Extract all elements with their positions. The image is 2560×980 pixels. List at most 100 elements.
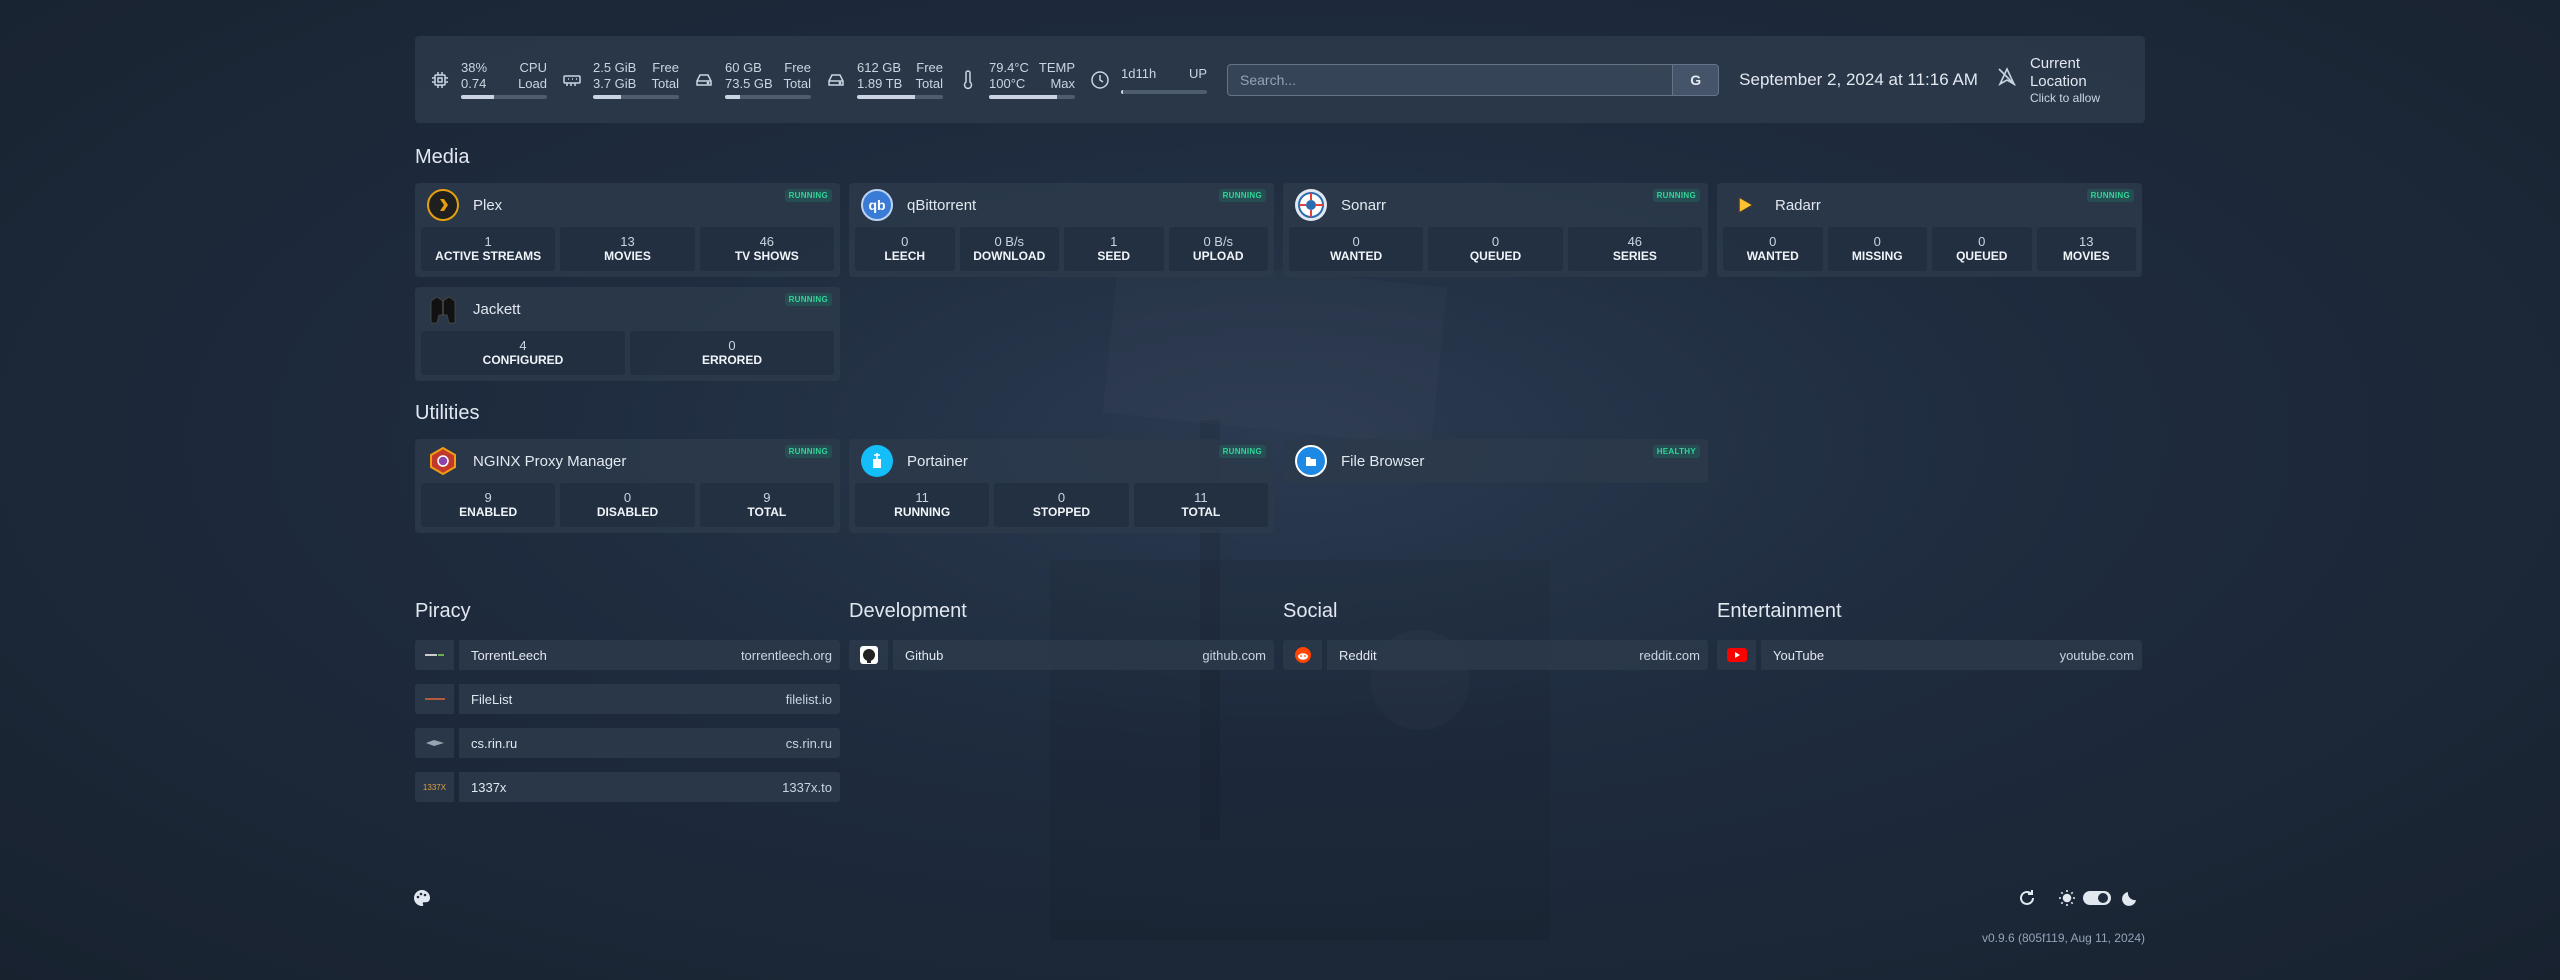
- bookmark-url: reddit.com: [1639, 647, 1700, 663]
- service-plex[interactable]: RUNNING Plex 1 ACTIVE STREAMS 13 MOVIES 46…: [415, 183, 840, 277]
- qbittorrent-logo-icon: qb: [861, 189, 893, 221]
- uptime-value: 1d11h: [1121, 65, 1157, 81]
- service-name: File Browser: [1341, 452, 1425, 470]
- stat-value: 9: [484, 490, 492, 505]
- version-label: v0.9.6 (805f119, Aug 11, 2024): [1981, 931, 2145, 945]
- service-stats: 0 WANTED 0 MISSING 0 QUEUED 13 MOVIES: [1717, 227, 2142, 277]
- stat-label: MISSING: [1851, 249, 1903, 263]
- temp-bar: [989, 95, 1075, 99]
- disk2-total: 1.89 TB: [857, 76, 903, 91]
- memory-total: 3.7 GiB: [593, 76, 637, 91]
- section-title-social: Social: [1283, 600, 1338, 622]
- stat-queued: 0 QUEUED: [1932, 227, 2032, 271]
- stat-configured: 4 CONFIGURED: [421, 331, 625, 375]
- refresh-icon[interactable]: [2018, 889, 2036, 912]
- stat-label: QUEUED: [1469, 249, 1522, 263]
- radarr-logo-icon: [1729, 189, 1761, 221]
- memory-free: 2.5 GiB: [593, 60, 637, 75]
- service-stats: 0 LEECH 0 B/s DOWNLOAD 1 SEED 0 B/s UPLOAD: [849, 227, 1274, 277]
- stat-label: ACTIVE STREAMS: [435, 249, 542, 263]
- bookmark-torrentleech[interactable]: TorrentLeech torrentleech.org: [415, 640, 840, 670]
- filelist-icon: [415, 684, 454, 714]
- service-radarr[interactable]: RUNNING Radarr 0 WANTED 0 MISSING 0 QUEUED …: [1717, 183, 2142, 277]
- disk1-free-label: Free: [784, 60, 811, 75]
- stat-tv-shows: 46 TV SHOWS: [699, 227, 834, 271]
- stat-enabled: 9 ENABLED: [421, 483, 556, 527]
- bookmark-url: 1337x.to: [782, 779, 832, 795]
- cpu-bar: [461, 95, 547, 99]
- bookmark-name: cs.rin.ru: [471, 735, 518, 751]
- bookmark-reddit[interactable]: Reddit reddit.com: [1283, 640, 1708, 670]
- service-qbittorrent[interactable]: RUNNING qb qBittorrent 0 LEECH 0 B/s DOWNL…: [849, 183, 1274, 277]
- theme-toggle[interactable]: [2083, 891, 2111, 910]
- stat-value: 0: [901, 234, 909, 249]
- bookmark-url: filelist.io: [785, 691, 832, 707]
- stat-value: 1: [1110, 234, 1118, 249]
- section-title-piracy: Piracy: [415, 600, 471, 622]
- thermometer-icon: [957, 69, 979, 91]
- bookmark-cs-rin-ru[interactable]: cs.rin.ru cs.rin.ru: [415, 728, 840, 758]
- stat-value: 0: [1352, 234, 1360, 249]
- disk1-total: 73.5 GB: [725, 76, 773, 91]
- stat-label: QUEUED: [1956, 249, 2008, 263]
- status-badge: RUNNING: [1218, 189, 1266, 202]
- cpu-usage: 38%: [461, 60, 488, 75]
- service-stats: 0 WANTED 0 QUEUED 46 SERIES: [1283, 227, 1708, 277]
- location-widget[interactable]: Current Location Click to allow: [1996, 55, 2131, 105]
- sun-icon[interactable]: [2058, 889, 2076, 912]
- memory-widget: 2.5 GiB Free 3.7 GiB Total: [561, 56, 679, 104]
- disk2-free-label: Free: [916, 60, 943, 75]
- sonarr-logo-icon: [1295, 189, 1327, 221]
- service-name: Radarr: [1775, 196, 1821, 214]
- service-stats: 1 ACTIVE STREAMS 13 MOVIES 46 TV SHOWS: [415, 227, 840, 277]
- stat-value: 11: [1194, 490, 1208, 505]
- bookmark-name: Github: [905, 647, 944, 663]
- bookmark-filelist[interactable]: FileList filelist.io: [415, 684, 840, 714]
- bookmark-youtube[interactable]: YouTube youtube.com: [1717, 640, 2142, 670]
- service-file-browser[interactable]: HEALTHY File Browser: [1283, 439, 1708, 483]
- service-portainer[interactable]: RUNNING Portainer 11 RUNNING 0 STOPPED 11 T…: [849, 439, 1274, 533]
- service-jackett[interactable]: RUNNING Jackett 4 CONFIGURED 0 ERRORED: [415, 287, 840, 381]
- stat-value: 0: [1769, 234, 1777, 249]
- search-input[interactable]: [1228, 64, 1673, 95]
- status-badge: RUNNING: [784, 189, 832, 202]
- temperature-widget: 79.4°C TEMP 100°C Max: [957, 56, 1075, 104]
- bookmark-url: cs.rin.ru: [785, 735, 832, 751]
- stat-value: 0: [1491, 234, 1500, 249]
- search-engine-button[interactable]: G: [1672, 64, 1719, 95]
- section-title-entertainment: Entertainment: [1717, 600, 1842, 622]
- stat-value: 13: [620, 234, 635, 249]
- service-name: qBittorrent: [907, 196, 977, 214]
- github-icon: [849, 640, 888, 670]
- stat-running: 11 RUNNING: [855, 483, 990, 527]
- disk2-free: 612 GB: [857, 60, 902, 75]
- bookmark-name: Reddit: [1339, 647, 1377, 663]
- bookmark-github[interactable]: Github github.com: [849, 640, 1274, 670]
- disk2-bar: [857, 95, 943, 99]
- stat-label: MOVIES: [604, 249, 651, 263]
- bookmark-url: youtube.com: [2059, 647, 2134, 663]
- disk-widget-1: 60 GB Free 73.5 GB Total: [693, 56, 811, 104]
- service-nginx-proxy-manager[interactable]: RUNNING NGINX Proxy Manager 9 ENABLED 0 DI…: [415, 439, 840, 533]
- status-badge: RUNNING: [1652, 189, 1700, 202]
- stat-wanted: 0 WANTED: [1289, 227, 1424, 271]
- stat-total: 11 TOTAL: [1133, 483, 1268, 527]
- service-name: Jackett: [473, 300, 521, 318]
- bookmark-1337x[interactable]: 1337X 1337x 1337x.to: [415, 772, 840, 802]
- cs-rin-ru-icon: [415, 728, 454, 758]
- service-sonarr[interactable]: RUNNING Sonarr 0 WANTED 0 QUEUED 46 SERIES: [1283, 183, 1708, 277]
- dashboard: 38% CPU 0.74 Load 2.5 GiB Free 3.7 GiB Total…: [415, 36, 2145, 123]
- stat-label: CONFIGURED: [482, 353, 564, 367]
- bookmark-url: torrentleech.org: [740, 647, 832, 663]
- stat-label: SERIES: [1612, 249, 1657, 263]
- status-badge: RUNNING: [784, 445, 832, 458]
- temp-current: 79.4°C: [989, 60, 1029, 75]
- temp-max: 100°C: [989, 76, 1026, 91]
- stat-value: 0: [623, 490, 632, 505]
- moon-icon[interactable]: [2121, 889, 2139, 912]
- stat-label: TOTAL: [1181, 505, 1221, 519]
- palette-icon[interactable]: [413, 889, 431, 912]
- section-title-media: Media: [415, 146, 470, 168]
- stat-value: 0: [1978, 234, 1986, 249]
- stat-movies: 13 MOVIES: [560, 227, 695, 271]
